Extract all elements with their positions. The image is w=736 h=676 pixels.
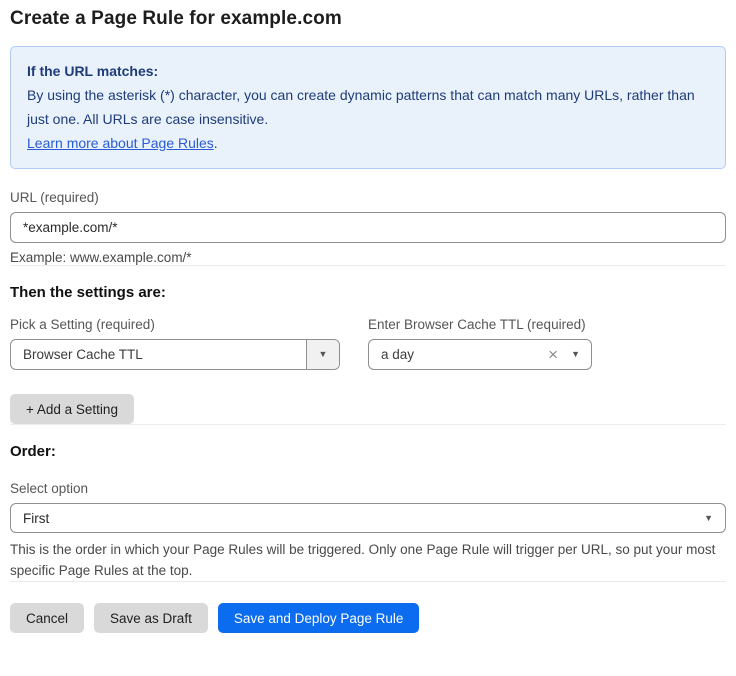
ttl-picker-column: Enter Browser Cache TTL (required) a day… <box>368 301 592 370</box>
info-box-heading: If the URL matches: <box>27 59 709 83</box>
url-input[interactable] <box>10 212 726 243</box>
footer-actions: Cancel Save as Draft Save and Deploy Pag… <box>10 603 726 633</box>
info-box-body: By using the asterisk (*) character, you… <box>27 83 709 131</box>
setting-picker-label: Pick a Setting (required) <box>10 317 340 332</box>
url-match-info-box: If the URL matches: By using the asteris… <box>10 46 726 169</box>
info-box-body-text: By using the asterisk (*) character, you… <box>27 87 695 127</box>
divider <box>10 265 726 266</box>
setting-picker-value: Browser Cache TTL <box>11 340 306 369</box>
ttl-picker-label: Enter Browser Cache TTL (required) <box>368 317 592 332</box>
setting-picker-dropdown[interactable]: Browser Cache TTL ▼ <box>10 339 340 370</box>
setting-picker-arrow-button[interactable]: ▼ <box>306 340 339 369</box>
link-suffix: . <box>214 135 218 151</box>
order-dropdown-value: First <box>23 511 704 526</box>
order-dropdown[interactable]: First ▼ <box>10 503 726 533</box>
divider <box>10 424 726 425</box>
save-and-deploy-button[interactable]: Save and Deploy Page Rule <box>218 603 420 633</box>
create-page-rule-form: Create a Page Rule for example.com If th… <box>0 0 736 633</box>
learn-more-link[interactable]: Learn more about Page Rules <box>27 135 214 151</box>
order-section-heading: Order: <box>10 443 726 460</box>
cancel-button[interactable]: Cancel <box>10 603 84 633</box>
ttl-picker-value: a day <box>381 347 548 362</box>
url-field-label: URL (required) <box>10 190 726 205</box>
add-setting-button[interactable]: + Add a Setting <box>10 394 134 424</box>
order-helper-text: This is the order in which your Page Rul… <box>10 539 726 581</box>
divider <box>10 581 726 582</box>
settings-section-heading: Then the settings are: <box>10 284 726 301</box>
url-field-helper: Example: www.example.com/* <box>10 250 726 265</box>
chevron-down-icon: ▼ <box>704 514 713 523</box>
setting-picker-column: Pick a Setting (required) Browser Cache … <box>10 301 340 370</box>
clear-icon[interactable]: × <box>548 346 558 363</box>
info-box-link-line: Learn more about Page Rules. <box>27 131 709 155</box>
page-title: Create a Page Rule for example.com <box>10 8 726 30</box>
chevron-down-icon: ▼ <box>571 350 580 359</box>
save-as-draft-button[interactable]: Save as Draft <box>94 603 208 633</box>
chevron-down-icon: ▼ <box>319 350 328 359</box>
ttl-picker-dropdown[interactable]: a day × ▼ <box>368 339 592 370</box>
order-select-label: Select option <box>10 481 726 496</box>
settings-row: Pick a Setting (required) Browser Cache … <box>10 301 726 370</box>
